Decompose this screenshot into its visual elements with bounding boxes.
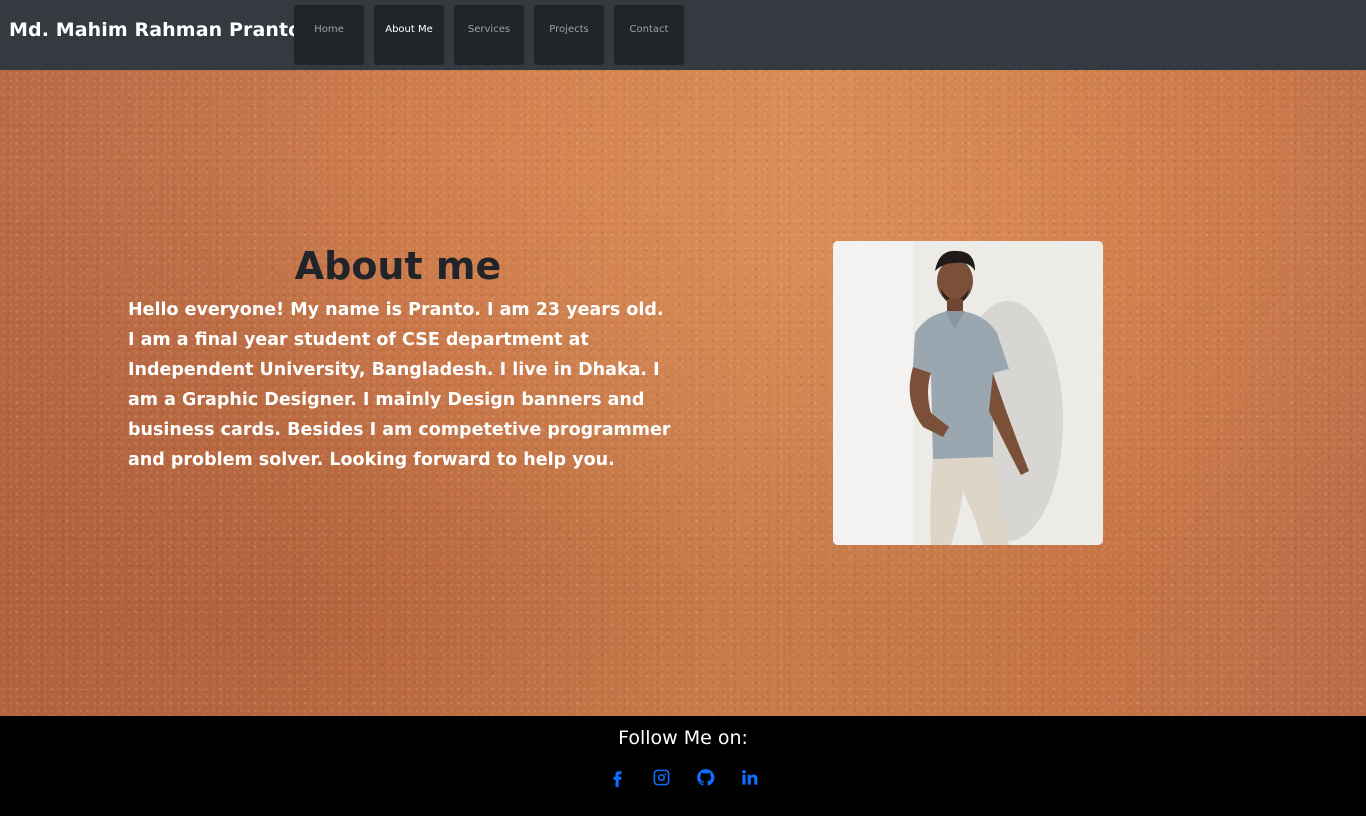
profile-photo bbox=[833, 241, 1103, 545]
linkedin-icon[interactable] bbox=[737, 765, 761, 789]
main-nav: Home About Me Services Projects Contact bbox=[294, 5, 684, 65]
nav-about-button[interactable]: About Me bbox=[374, 5, 444, 65]
nav-projects-button[interactable]: Projects bbox=[534, 5, 604, 65]
brand-name[interactable]: Md. Mahim Rahman Pranto bbox=[9, 19, 301, 41]
about-description: Hello everyone! My name is Pranto. I am … bbox=[128, 300, 671, 470]
nav-home-button[interactable]: Home bbox=[294, 5, 364, 65]
social-links bbox=[0, 765, 1366, 789]
facebook-icon[interactable] bbox=[605, 765, 629, 789]
about-title: About me bbox=[294, 244, 502, 288]
github-icon[interactable] bbox=[693, 765, 717, 789]
footer: Follow Me on: bbox=[0, 716, 1366, 816]
instagram-icon[interactable] bbox=[649, 765, 673, 789]
follow-label: Follow Me on: bbox=[618, 727, 748, 749]
about-section: About me Hello everyone! My name is Pran… bbox=[0, 70, 1366, 716]
nav-services-button[interactable]: Services bbox=[454, 5, 524, 65]
top-navbar: Md. Mahim Rahman Pranto Home About Me Se… bbox=[0, 0, 1366, 70]
nav-contact-button[interactable]: Contact bbox=[614, 5, 684, 65]
